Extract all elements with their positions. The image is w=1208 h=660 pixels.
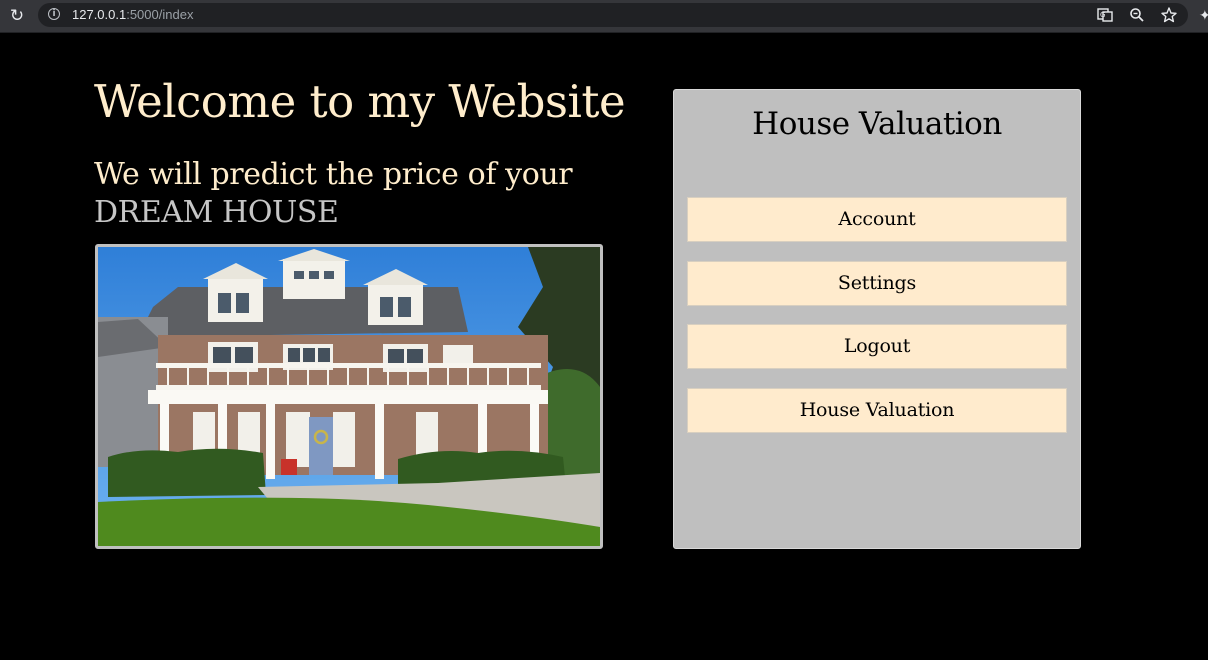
svg-text:G: G [1100,11,1105,19]
subtitle-line: We will predict the price of your [94,157,573,192]
address-bar[interactable]: i 127.0.0.1:5000/index G [38,3,1188,27]
house-valuation-button[interactable]: House Valuation [687,388,1067,433]
translate-icon[interactable]: G [1096,6,1114,24]
reload-icon[interactable]: ↻ [6,5,28,27]
settings-button[interactable]: Settings [687,261,1067,306]
logout-button[interactable]: Logout [687,324,1067,369]
extensions-icon[interactable]: ✦ [1199,6,1208,26]
panel-title: House Valuation [752,106,1002,142]
browser-toolbar: ↻ i 127.0.0.1:5000/index G ✦ [0,0,1208,33]
account-button[interactable]: Account [687,197,1067,242]
url-host: 127.0.0.1 [72,7,127,22]
hero-subtitle: We will predict the price of your DREAM H… [94,156,614,232]
zoom-icon[interactable] [1128,6,1146,24]
url-path: :5000/index [126,7,194,22]
dream-house-text: DREAM HOUSE [94,195,339,230]
valuation-panel: House Valuation Account Settings Logout … [673,89,1081,549]
page-title: Welcome to my Website [94,75,626,128]
bookmark-star-icon[interactable] [1160,6,1178,24]
info-icon[interactable]: i [48,8,60,20]
house-photo [95,244,603,549]
url-text[interactable]: 127.0.0.1:5000/index [72,7,193,23]
